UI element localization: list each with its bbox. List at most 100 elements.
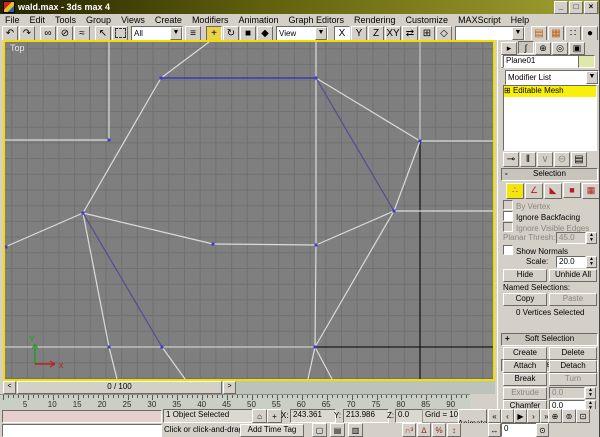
zoom-all-button[interactable]: ⊚ (562, 409, 576, 423)
select-and-move-button[interactable]: + (206, 26, 222, 40)
plus-box-icon[interactable]: ⊞ (504, 86, 513, 95)
sub-object-polygon-button[interactable]: ■ (563, 182, 581, 198)
show-normals-checkbox[interactable]: Show Normals (503, 245, 568, 256)
zoom-extents-button[interactable]: ⊡ (576, 409, 590, 423)
array-button[interactable]: ⊞ (419, 26, 435, 40)
restrict-y-button[interactable]: Y (351, 26, 367, 40)
menu-create[interactable]: Create (150, 15, 187, 25)
viewport-label[interactable]: Top (10, 43, 25, 53)
selection-lock-toggle[interactable]: ⌂ (252, 409, 267, 423)
extrude-button[interactable]: Extrude (503, 387, 547, 400)
modifier-stack[interactable]: ⊞ Editable Mesh (503, 85, 597, 151)
maxscript-listener-line[interactable] (2, 424, 162, 437)
modifier-stack-item-editable-mesh[interactable]: ⊞ Editable Mesh (504, 86, 596, 97)
rollout-soft-selection[interactable]: + Soft Selection (501, 333, 598, 346)
restrict-xy-plane-button[interactable]: XY (385, 26, 401, 40)
maximize-button[interactable]: □ (569, 0, 583, 14)
rollout-selection[interactable]: - Selection (501, 168, 598, 181)
extrude-spinner[interactable]: ▲ ▼ (585, 387, 596, 399)
configure-modifier-sets-button[interactable]: ▤ (571, 152, 587, 167)
create-button[interactable]: Create (503, 347, 547, 360)
unlink-selection-button[interactable]: ⊘ (57, 26, 73, 40)
menu-file[interactable]: File (0, 15, 25, 25)
turn-button[interactable]: Turn (549, 373, 597, 386)
break-button[interactable]: Break (503, 373, 547, 386)
modifier-list-dropdown[interactable]: Modifier List ▼ (505, 70, 599, 85)
menu-tools[interactable]: Tools (50, 15, 81, 25)
menu-rendering[interactable]: Rendering (349, 15, 401, 25)
object-color-swatch[interactable] (578, 55, 595, 68)
schematic-view-button[interactable]: ▦ (548, 26, 564, 40)
select-and-rotate-button[interactable]: ↻ (223, 26, 239, 40)
tab-modify[interactable]: ∫ (518, 41, 534, 54)
object-name-field[interactable]: Plane01 (503, 55, 579, 68)
detach-button[interactable]: Detach (549, 360, 597, 373)
menu-maxscript[interactable]: MAXScript (453, 15, 506, 25)
extrude-field[interactable]: 0.0 (549, 387, 585, 399)
time-slider-prev-button[interactable]: < (3, 381, 16, 394)
restrict-z-button[interactable]: Z (368, 26, 384, 40)
scale-spinner[interactable]: ▲ ▼ (586, 256, 597, 268)
viewport-canvas[interactable]: xY (5, 42, 493, 379)
sub-object-edge-button[interactable]: ∠ (525, 182, 543, 199)
menu-views[interactable]: Views (116, 15, 150, 25)
sub-object-vertex-button[interactable]: ∴ (506, 182, 524, 199)
go-to-start-button[interactable]: « (488, 409, 501, 423)
region-select-button[interactable] (112, 26, 128, 40)
align-button[interactable]: ◇ (436, 26, 452, 40)
x-coordinate-field[interactable]: 243.361 (290, 409, 336, 423)
percent-snap-button[interactable]: % (432, 423, 446, 437)
current-frame-field[interactable]: 0 (501, 423, 539, 437)
crossing-selection-button[interactable]: ▢ (312, 423, 327, 437)
tab-create[interactable]: ▸ (501, 41, 517, 55)
named-selection-sets-dropdown[interactable]: ▼ (455, 26, 525, 40)
play-animation-button[interactable]: ▶ (514, 409, 527, 423)
pin-stack-button[interactable]: ⊸ (503, 152, 519, 167)
attach-button[interactable]: Attach (503, 360, 547, 373)
track-view-button[interactable]: ▤ (531, 26, 547, 40)
menu-graph-editors[interactable]: Graph Editors (283, 15, 349, 25)
y-coordinate-field[interactable]: 213.986 (343, 409, 389, 423)
add-time-tag-button[interactable]: Add Time Tag (240, 424, 304, 437)
tab-motion[interactable]: ◎ (552, 41, 568, 55)
make-unique-button[interactable]: ∨ (537, 152, 553, 167)
absolute-offset-toggle[interactable]: + (267, 409, 282, 423)
zoom-button[interactable]: ⊕ (548, 409, 562, 423)
material-editor-button[interactable]: ∷ (565, 26, 581, 40)
tab-hierarchy[interactable]: ⊕ (535, 41, 551, 55)
menu-edit[interactable]: Edit (25, 15, 51, 25)
redo-button[interactable]: ↷ (19, 26, 35, 40)
degradation-override-button[interactable]: ▤ (330, 423, 345, 437)
manipulate-button[interactable]: ◆ (257, 26, 273, 40)
remove-modifier-button[interactable]: ⊖ (554, 152, 570, 167)
unhide-all-button[interactable]: Unhide All (549, 269, 597, 282)
restrict-x-button[interactable]: X (334, 26, 350, 40)
by-vertex-checkbox[interactable]: By Vertex (503, 200, 550, 211)
selection-filter-dropdown[interactable]: All ▼ (131, 26, 183, 40)
viewport-top[interactable]: Top xY (3, 40, 495, 381)
copy-button[interactable]: Copy (503, 293, 547, 306)
time-configuration-button[interactable]: ⊙ (536, 423, 549, 437)
delete-button[interactable]: Delete (549, 347, 597, 360)
minimize-button[interactable]: _ (554, 0, 568, 14)
select-object-button[interactable]: ↖ (95, 26, 111, 40)
hide-button[interactable]: Hide (503, 269, 547, 282)
bind-to-space-warp-button[interactable]: ≈ (74, 26, 90, 40)
macro-recorder-line[interactable] (2, 410, 162, 423)
key-mode-toggle[interactable]: ↔ (488, 423, 501, 437)
undo-button[interactable]: ↶ (2, 26, 18, 40)
paste-button[interactable]: Paste (549, 293, 597, 306)
mirror-button[interactable]: ⇄ (402, 26, 418, 40)
render-scene-button[interactable]: ● (582, 26, 598, 40)
snap-toggle-3d-button[interactable]: ∩³ (402, 423, 416, 437)
time-slider-handle[interactable]: 0 / 100 (17, 381, 222, 394)
menu-group[interactable]: Group (81, 15, 116, 25)
spinner-snap-button[interactable]: ↕ (447, 423, 461, 437)
ignore-backfacing-checkbox[interactable]: Ignore Backfacing (503, 211, 580, 222)
select-and-scale-button[interactable]: ■ (240, 26, 256, 40)
transform-gizmo-button[interactable]: ▥ (348, 423, 363, 437)
scale-field[interactable]: 20.0 (556, 256, 586, 268)
tab-display[interactable]: ▣ (569, 41, 585, 55)
sub-object-face-button[interactable]: ◣ (544, 182, 562, 199)
reference-coordinate-dropdown[interactable]: View ▼ (276, 26, 328, 40)
